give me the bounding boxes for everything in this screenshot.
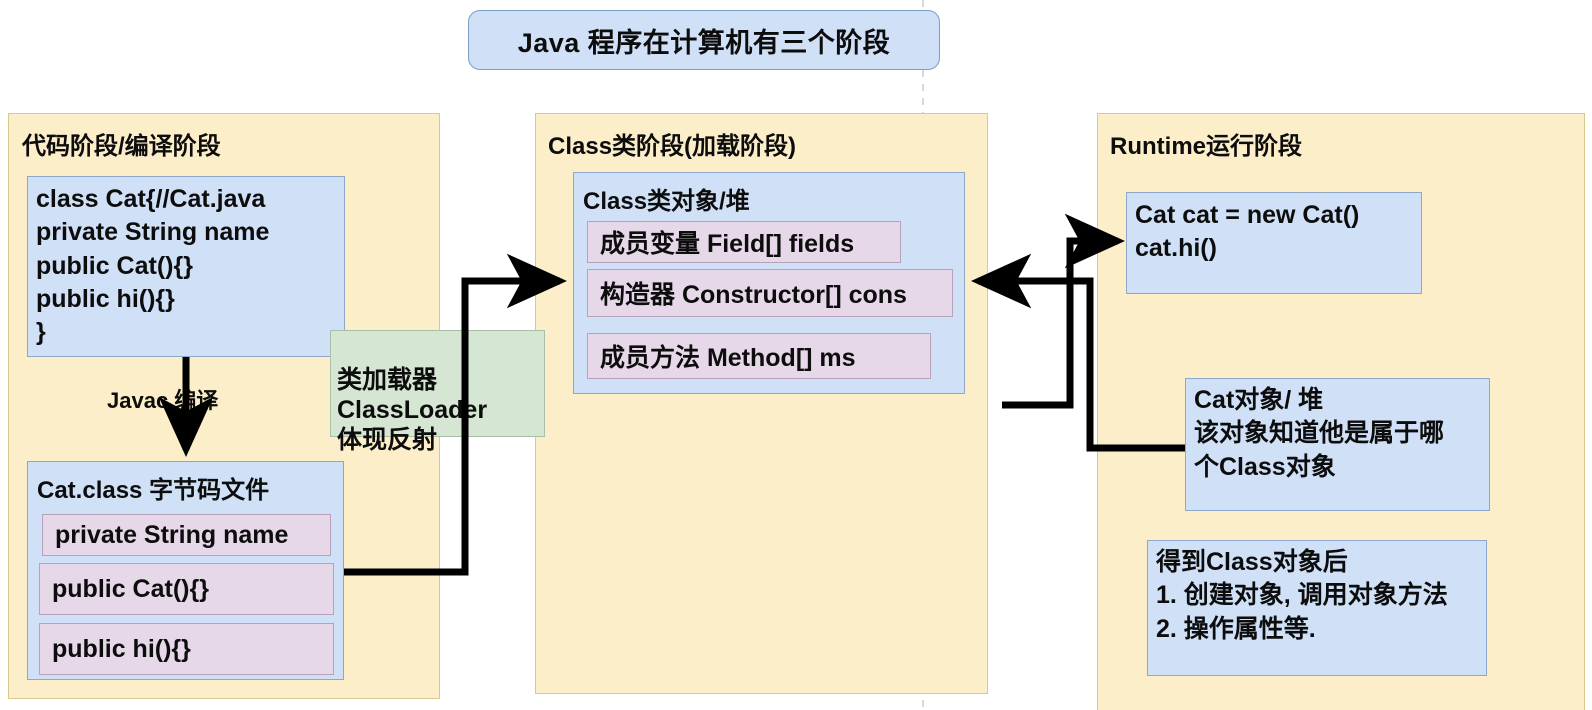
class-file-member-2: public hi(){} xyxy=(39,623,334,675)
class-file-box: Cat.class 字节码文件 private String name publ… xyxy=(27,461,344,680)
stage-title-runtime: Runtime运行阶段 xyxy=(1110,133,1302,160)
runtime-code-text: Cat cat = new Cat() cat.hi() xyxy=(1135,201,1360,263)
diagram-title-text: Java 程序在计算机有三个阶段 xyxy=(517,27,891,58)
class-object-member-2: 成员方法 Method[] ms xyxy=(587,333,931,379)
stage-title-class: Class类阶段(加载阶段) xyxy=(548,133,797,160)
classloader-note-text: 类加载器 ClassLoader 体现反射 xyxy=(337,366,488,454)
javac-compile-label: Javac 编译 xyxy=(107,388,219,413)
stage-title-code: 代码阶段/编译阶段 xyxy=(22,133,221,160)
usage-text: 得到Class对象后 1. 创建对象, 调用对象方法 2. 操作属性等. xyxy=(1156,548,1448,643)
diagram-canvas: Java 程序在计算机有三个阶段 代码阶段/编译阶段 class Cat{//C… xyxy=(0,0,1592,710)
source-code-box: class Cat{//Cat.java private String name… xyxy=(27,176,345,357)
source-code-text: class Cat{//Cat.java private String name… xyxy=(36,185,270,346)
diagram-title: Java 程序在计算机有三个阶段 xyxy=(468,10,940,70)
usage-box: 得到Class对象后 1. 创建对象, 调用对象方法 2. 操作属性等. xyxy=(1147,540,1487,676)
class-file-header: Cat.class 字节码文件 xyxy=(37,477,270,504)
class-object-header: Class类对象/堆 xyxy=(583,188,750,215)
class-object-member-0: 成员变量 Field[] fields xyxy=(587,221,901,263)
cat-object-box: Cat对象/ 堆 该对象知道他是属于哪 个Class对象 xyxy=(1185,378,1490,511)
cat-object-text: Cat对象/ 堆 该对象知道他是属于哪 个Class对象 xyxy=(1194,386,1445,481)
class-object-box: Class类对象/堆 成员变量 Field[] fields 构造器 Const… xyxy=(573,172,965,394)
classloader-note: 类加载器 ClassLoader 体现反射 xyxy=(330,330,545,454)
class-object-member-1: 构造器 Constructor[] cons xyxy=(587,269,953,317)
class-file-member-1: public Cat(){} xyxy=(39,563,334,615)
runtime-code-box: Cat cat = new Cat() cat.hi() xyxy=(1126,192,1422,294)
class-file-member-0: private String name xyxy=(42,514,331,556)
